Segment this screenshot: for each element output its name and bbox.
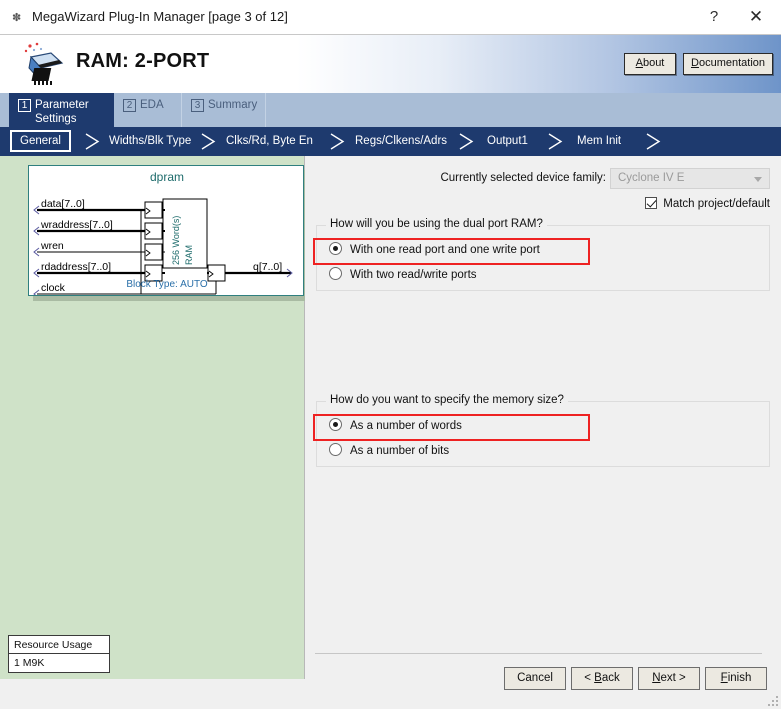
back-button[interactable]: < Back [571, 667, 633, 690]
subtab-output1[interactable]: Output1 [487, 131, 528, 151]
subtab-general[interactable]: General [10, 130, 71, 152]
chevron-separator-icon [456, 131, 478, 152]
tab-label-line2: Settings [35, 113, 77, 125]
svg-text:data[7..0]: data[7..0] [41, 198, 85, 210]
block-type-label: Block Type: AUTO [126, 279, 208, 290]
radio-label: With two read/write ports [350, 269, 477, 281]
resize-grip-icon[interactable] [768, 696, 778, 706]
symbol-diagram: dpram 256 Word(s) RAM data[7..0] wraddre… [28, 165, 304, 296]
tab-label: Summary [208, 99, 258, 111]
resource-usage-header: Resource Usage [9, 636, 109, 654]
subtab-mem-init[interactable]: Mem Init [577, 131, 621, 151]
finish-button[interactable]: Finish [705, 667, 767, 690]
wizard-tab-row: 1 Parameter Settings 2 EDA 3 Summary [0, 93, 781, 127]
match-project-default-checkbox[interactable]: Match project/default [645, 197, 770, 210]
resource-usage-box: Resource Usage 1 M9K [8, 635, 110, 673]
tab-label: EDA [140, 99, 164, 111]
wizard-tabstrip: 1 Parameter Settings 2 EDA 3 Summary Genera… [0, 93, 781, 156]
title-bar: ✽ MegaWizard Plug-In Manager [page 3 of … [0, 0, 781, 34]
about-button[interactable]: About [624, 53, 676, 75]
parameter-content-pane: Currently selected device family: Cyclon… [305, 156, 781, 679]
about-mnemonic: A [635, 57, 643, 69]
tab-parameter-settings[interactable]: 1 Parameter Settings [9, 93, 114, 127]
documentation-label-rest: ocumentation [698, 57, 765, 69]
radio-number-of-words[interactable]: As a number of words [329, 418, 462, 432]
subtab-widths-blk-type[interactable]: Widths/Blk Type [109, 131, 191, 151]
documentation-button[interactable]: Documentation [683, 53, 773, 75]
altera-chip-logo-icon [18, 41, 70, 87]
radio-two-read-write[interactable]: With two read/write ports [329, 267, 477, 281]
chevron-separator-icon [198, 131, 220, 152]
chevron-separator-icon [82, 131, 104, 152]
usage-group-title: How will you be using the dual port RAM? [326, 218, 547, 230]
symbol-preview-panel: dpram 256 Word(s) RAM data[7..0] wraddre… [0, 156, 309, 679]
next-mnemonic: N [652, 672, 661, 684]
finish-label-rest: inish [727, 672, 752, 684]
svg-text:RAM: RAM [184, 245, 194, 265]
tab-number: 3 [191, 99, 204, 112]
finish-mnemonic: F [720, 672, 728, 684]
next-button[interactable]: Next > [638, 667, 700, 690]
chevron-separator-icon [545, 131, 567, 152]
close-button[interactable]: ✕ [735, 0, 777, 34]
radio-label: With one read port and one write port [350, 244, 540, 256]
tab-summary[interactable]: 3 Summary [182, 93, 266, 127]
radio-label: As a number of words [350, 420, 462, 432]
svg-text:256 Word(s): 256 Word(s) [171, 216, 181, 265]
radio-one-read-one-write[interactable]: With one read port and one write port [329, 242, 540, 256]
next-label-rest: ext > [660, 672, 686, 684]
device-family-label: Currently selected device family: [440, 172, 606, 184]
radio-label: As a number of bits [350, 445, 450, 457]
window-title: MegaWizard Plug-In Manager [page 3 of 12… [32, 9, 288, 24]
product-header: RAM: 2-PORT About Documentation [0, 34, 781, 93]
radio-icon [329, 418, 342, 431]
memsize-group-box: How do you want to specify the memory si… [316, 394, 770, 467]
radio-icon [329, 242, 342, 255]
radio-icon [329, 443, 342, 456]
usage-group-box: How will you be using the dual port RAM?… [316, 218, 770, 291]
svg-text:rdaddress[7..0]: rdaddress[7..0] [41, 261, 111, 273]
symbol-schematic: 256 Word(s) RAM data[7..0] wraddress[7..… [33, 198, 293, 295]
tab-label: Parameter [35, 99, 89, 111]
help-button[interactable]: ? [693, 0, 735, 34]
back-label-prefix: < [584, 672, 595, 684]
megawizard-window: ✽ MegaWizard Plug-In Manager [page 3 of … [0, 0, 781, 709]
device-family-combo[interactable]: Cyclone IV E [610, 168, 770, 189]
svg-text:wren: wren [40, 240, 64, 252]
page-title: RAM: 2-PORT [76, 50, 210, 72]
checkbox-icon [645, 197, 658, 209]
chevron-down-icon [754, 177, 762, 182]
memsize-group-title: How do you want to specify the memory si… [326, 394, 568, 406]
device-family-value: Cyclone IV E [618, 172, 685, 184]
tab-eda[interactable]: 2 EDA [114, 93, 182, 127]
footer-divider [315, 653, 762, 654]
documentation-mnemonic: D [691, 57, 699, 69]
chevron-separator-icon [643, 131, 665, 152]
radio-number-of-bits[interactable]: As a number of bits [329, 443, 449, 457]
svg-text:wraddress[7..0]: wraddress[7..0] [40, 219, 113, 231]
wizard-footer: Cancel < Back Next > Finish [305, 653, 781, 709]
back-label-rest: ack [601, 672, 620, 684]
wizard-wand-icon: ✽ [12, 12, 22, 24]
cancel-button[interactable]: Cancel [504, 667, 566, 690]
subtab-regs-clkens-adrs[interactable]: Regs/Clkens/Adrs [355, 131, 447, 151]
tab-number: 1 [18, 99, 31, 112]
subtab-clks-rd-byte-en[interactable]: Clks/Rd, Byte En [226, 131, 313, 151]
sub-tab-row: General Widths/Blk Type Clks/Rd, Byte En… [0, 127, 781, 156]
radio-icon [329, 267, 342, 280]
tab-number: 2 [123, 99, 136, 112]
back-mnemonic: B [594, 672, 602, 684]
chevron-separator-icon [327, 131, 349, 152]
about-label-rest: bout [642, 57, 665, 69]
resource-usage-value: 1 M9K [14, 657, 45, 669]
svg-text:q[7..0]: q[7..0] [253, 261, 282, 273]
match-project-default-label: Match project/default [663, 198, 770, 210]
